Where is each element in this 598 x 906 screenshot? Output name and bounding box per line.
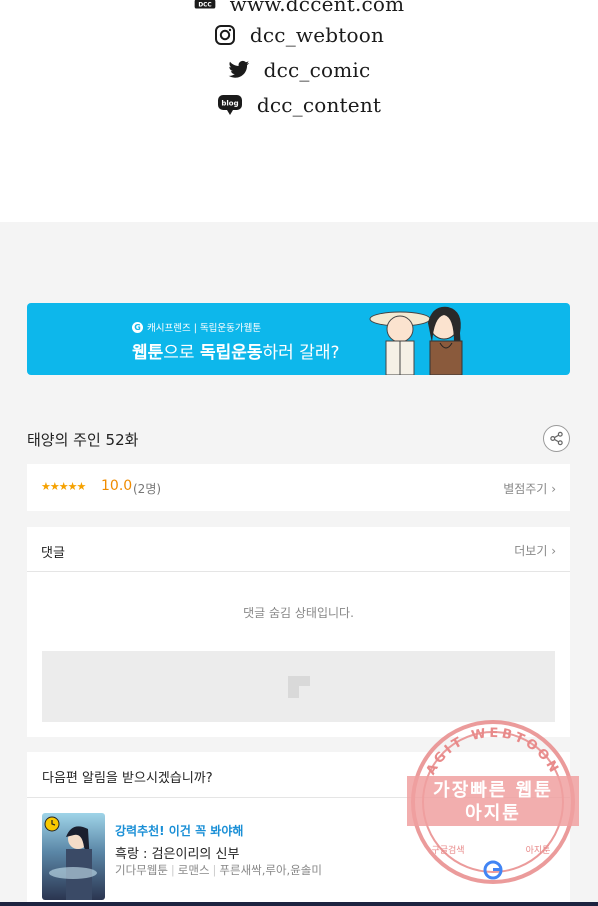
website-text: www.dccent.com (229, 0, 405, 16)
next-episode-question: 다음편 알림을 받으시겠습니까? (42, 771, 213, 786)
banner-title-mid1: 으로 (163, 343, 200, 363)
banner-small-text: 캐시프렌즈 | 독립운동가웹툰 (147, 323, 262, 334)
publisher-info-section: DCC www.dccent.com dcc_webtoon dcc_comic… (0, 0, 598, 222)
share-icon (550, 431, 563, 446)
social-twitter-row[interactable]: dcc_comic (0, 58, 598, 82)
svg-text:blog: blog (221, 100, 238, 108)
share-button[interactable] (543, 425, 570, 452)
promo-banner[interactable]: G 캐시프렌즈 | 독립운동가웹툰 웹툰으로 독립운동하러 갈래? (27, 303, 570, 375)
watermark-line2: 아지툰 (465, 803, 521, 824)
rating-stars: ★★★★★ (41, 480, 86, 493)
meta-genre: 로맨스 (177, 863, 210, 877)
rate-button-label: 별점주기 (503, 482, 548, 496)
social-instagram-row[interactable]: dcc_webtoon (0, 23, 598, 47)
recommend-label[interactable]: 강력추천! 이건 꼭 봐야해 (115, 822, 243, 839)
blog-icon: blog (217, 94, 243, 116)
meta-authors: 푸른새싹,루아,윤솔미 (219, 863, 322, 877)
comments-card: 댓글 더보기 › 댓글 숨김 상태입니다. (27, 527, 570, 737)
rate-button[interactable]: 별점주기 › (503, 480, 556, 497)
twitter-icon (228, 59, 250, 81)
recommended-thumbnail[interactable] (42, 813, 105, 900)
blog-text: dcc_content (256, 93, 382, 117)
cashfriends-logo-icon: G (132, 321, 143, 333)
comments-header: 댓글 더보기 › (27, 527, 570, 572)
comments-title: 댓글 (41, 546, 65, 561)
social-blog-row[interactable]: blog dcc_content (0, 93, 598, 117)
banner-title-mid2: 하러 갈래? (262, 343, 340, 363)
rating-count: (2명) (133, 482, 162, 496)
meta-category: 기다무웹툰 (115, 863, 168, 877)
svg-text:DCC: DCC (198, 3, 211, 9)
banner-title-bold2: 독립운동 (199, 343, 263, 363)
ad-placeholder (42, 651, 555, 722)
google-logo-icon (483, 860, 503, 880)
twitter-text: dcc_comic (263, 58, 371, 82)
watermark-bottom-left: 구글검색 (431, 844, 464, 856)
banner-title: 웹툰으로 독립운동하러 갈래? (132, 338, 340, 363)
instagram-icon (214, 24, 236, 46)
banner-subtitle: G 캐시프렌즈 | 독립운동가웹툰 (132, 320, 261, 334)
rating-score: 10.0 (101, 478, 133, 494)
chevron-right-icon: › (551, 544, 556, 558)
meta-separator: | (212, 863, 217, 877)
watermark-bottom-right: 아지툰 (526, 845, 551, 856)
image-placeholder-icon (287, 675, 310, 698)
watermark-line1: 가장빠른 웹툰 (433, 780, 553, 801)
social-website-row[interactable]: DCC www.dccent.com (0, 0, 598, 16)
recommended-meta: 기다무웹툰 | 로맨스 | 푸른새싹,루아,윤솔미 (115, 862, 322, 878)
watermark-top-text: AGIT WEBTOON (424, 726, 563, 778)
comments-more-button[interactable]: 더보기 › (514, 542, 556, 559)
watermark-stamp: AGIT WEBTOON 가장빠른 웹툰 아지툰 구글검색 아지툰 (407, 720, 579, 884)
rating-card: ★★★★★ 10.0 (2명) 별점주기 › (27, 464, 570, 511)
website-icon: DCC (194, 0, 216, 15)
meta-separator: | (170, 863, 175, 877)
comments-more-label: 더보기 (514, 544, 548, 558)
banner-title-bold1: 웹툰 (132, 343, 164, 363)
comments-hidden-message: 댓글 숨김 상태입니다. (243, 606, 354, 620)
episode-title: 태양의 주인 52화 (27, 431, 139, 449)
instagram-text: dcc_webtoon (249, 23, 385, 47)
recommended-title[interactable]: 흑랑 : 검은이리의 신부 (115, 843, 239, 862)
bottom-edge (0, 902, 598, 906)
banner-characters-illustration (369, 306, 463, 375)
chevron-right-icon: › (551, 482, 556, 496)
